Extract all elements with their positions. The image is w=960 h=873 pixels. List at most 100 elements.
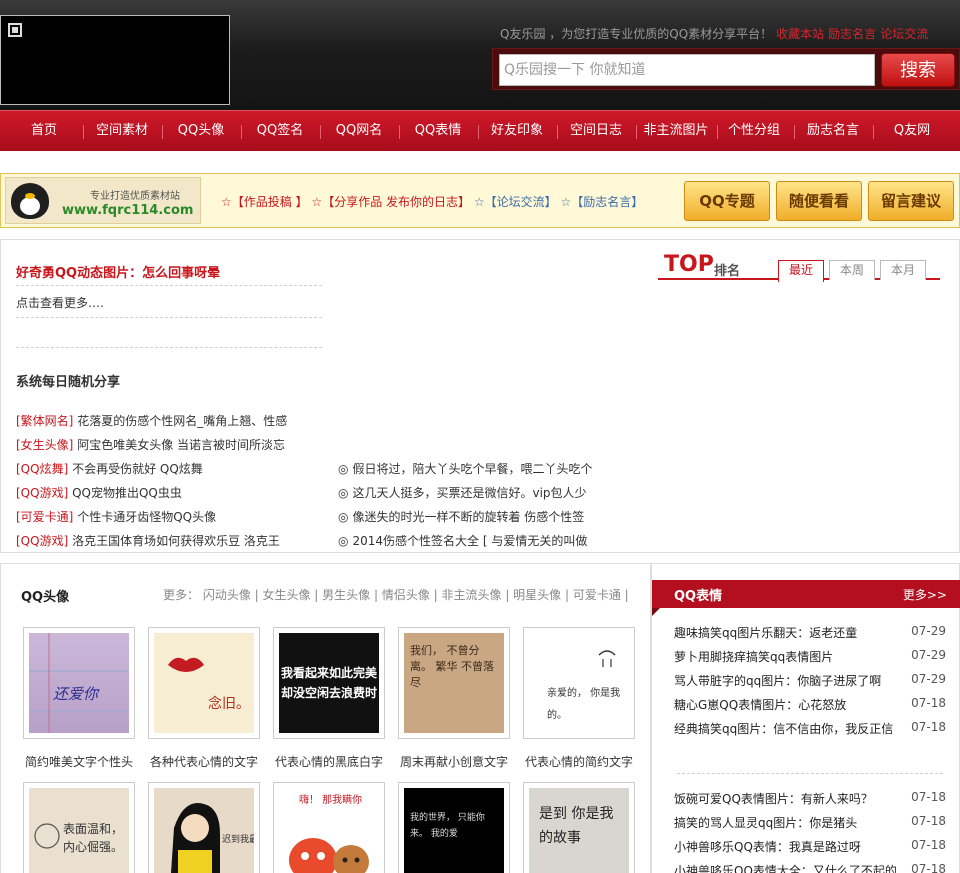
qq-topic-button[interactable]: QQ专题 (684, 181, 770, 221)
share-item[interactable]: [繁体网名] 花落夏的伤感个性网名_嘴角上翘、性感 (16, 412, 287, 429)
nav-friend-impression[interactable]: 好友印象 (481, 111, 553, 152)
random-browse-button[interactable]: 随便看看 (776, 181, 862, 221)
nav-space-material[interactable]: 空间素材 (86, 111, 158, 152)
list-item[interactable]: 萝卜用脚挠痒搞笑qq表情图片 07-29 (674, 648, 946, 668)
share-item[interactable]: [可爱卡通] 个性卡通牙齿怪物QQ头像 (16, 508, 216, 525)
star-icon: ☆ (473, 195, 485, 209)
promo-banner: 专业打造优质素材站 www.fqrc114.com ☆【作品投稿 】 ☆【分享作… (0, 173, 960, 228)
nav-divider (241, 125, 242, 139)
avatar-thumbnail[interactable]: 我看起来如此完美 却没空闲去浪费时 (273, 627, 385, 739)
avatar-text: 我看起来如此完美 却没空闲去浪费时 (280, 666, 377, 700)
tab-this-month[interactable]: 本月 (880, 260, 926, 280)
feature-headline[interactable]: 好奇勇QQ动态图片：怎么回事呀晕 (16, 262, 220, 281)
share-item[interactable]: ◎ 像迷失的时光一样不断的旋转着 伤感个性签 (338, 508, 584, 525)
list-item[interactable]: 趣味搞笑qq图片乐翻天：返老还童 07-29 (674, 624, 946, 644)
avatar-thumbnail[interactable]: 我们， 不曾分离。 繁华 不曾落尽 (398, 627, 510, 739)
nav-home[interactable]: 首页 (8, 111, 80, 152)
star-icon: ☆ (311, 195, 323, 209)
tab-this-week[interactable]: 本周 (829, 260, 875, 280)
broken-image-icon (8, 23, 22, 37)
nav-divider (557, 125, 558, 139)
avatar-text: 亲爱的， 你是我的。 (547, 688, 621, 721)
avatar-text: 迟到我最 (222, 835, 254, 845)
share-diary-link[interactable]: 【分享作品 发布你的日志】 (322, 195, 470, 209)
quotes-link[interactable]: 【励志名言】 (571, 195, 643, 209)
list-item[interactable]: 饭碗可爱QQ表情图片：有新人来吗？ 07-18 (674, 790, 946, 810)
divider (677, 773, 943, 774)
avatar-thumbnail[interactable]: 嗨！ 那我瞒你 (273, 782, 385, 873)
avatar-image: 是到 你是我的故事 (529, 788, 629, 873)
top-ranking-header: TOP 排名 最近 本周 本月 (658, 250, 940, 282)
search-bar: Q乐园搜一下 你就知道 搜索 (492, 48, 960, 90)
forum-link[interactable]: 论坛交流 (880, 27, 928, 41)
avatar-caption[interactable]: 周末再献小创意文字 (394, 753, 514, 770)
tab-recent[interactable]: 最近 (778, 260, 824, 282)
nav-alt-images[interactable]: 非主流图片 (639, 111, 713, 152)
list-item[interactable]: 小神兽哆乐QQ表情大全：又什么了不起的 07-18 (674, 862, 946, 873)
nav-groups[interactable]: 个性分组 (718, 111, 790, 152)
share-item[interactable]: ◎ 这几天人挺多，买票还是微信好。vip包人少 (338, 484, 587, 501)
emoticon-section-header: QQ表情 更多>> (652, 580, 960, 616)
avatar-image: 表面温和， 内心倔强。 (29, 788, 129, 873)
avatar-text: 念旧。 (208, 696, 250, 712)
mini-logo-url: www.fqrc114.com (62, 203, 194, 218)
nav-q-friends[interactable]: Q友网 (876, 111, 948, 152)
avatar-thumbnail[interactable]: 迟到我最 (148, 782, 260, 873)
nav-qq-avatar[interactable]: QQ头像 (165, 111, 237, 152)
avatar-thumbnail[interactable]: 是到 你是我的故事 (523, 782, 635, 873)
bookmark-link[interactable]: 收藏本站 (776, 27, 824, 41)
share-item[interactable]: [女生头像] 阿宝色唯美女头像 当诺言被时间所淡忘 (16, 436, 285, 453)
nav-divider (83, 125, 84, 139)
list-item[interactable]: 经典搞笑qq图片：信不信由你，我反正信 07-18 (674, 720, 946, 740)
share-item[interactable]: [QQ游戏] 洛克王国体育场如何获得欢乐豆 洛克王 (16, 532, 280, 549)
cartoon-girl-icon (171, 803, 220, 873)
feedback-button[interactable]: 留言建议 (868, 181, 954, 221)
top-subtitle: 排名 (714, 264, 741, 279)
list-item[interactable]: 骂人带脏字的qq图片：你脑子进尿了啊 07-29 (674, 672, 946, 692)
avatar-image: 还爱你 (29, 633, 129, 733)
avatar-text: 嗨！ 那我瞒你 (299, 795, 363, 806)
avatar-thumbnail[interactable]: 念旧。 (148, 627, 260, 739)
list-item[interactable]: 搞笑的骂人显灵qq图片：你是猪头 07-18 (674, 814, 946, 834)
avatar-section-title: QQ头像 (21, 590, 70, 605)
nav-divider (162, 125, 163, 139)
share-item[interactable]: ◎ 2014伤感个性签名大全 [ 与爱情无关的叫做 (338, 532, 587, 549)
avatar-caption[interactable]: 代表心情的简约文字 (519, 753, 639, 770)
site-logo[interactable] (0, 15, 230, 105)
penguin-icon (11, 183, 49, 219)
share-item[interactable]: [QQ游戏] QQ宠物推出QQ虫虫 (16, 484, 182, 501)
share-item[interactable]: [QQ炫舞] 不会再受伤就好 QQ炫舞 (16, 460, 203, 477)
share-item[interactable]: ◎ 假日将过，陪大丫头吃个早餐，喂二丫头吃个 (338, 460, 593, 477)
nav-divider (478, 125, 479, 139)
nav-space-diary[interactable]: 空间日志 (560, 111, 632, 152)
search-button[interactable]: 搜索 (881, 53, 955, 87)
nav-quotes[interactable]: 励志名言 (797, 111, 869, 152)
banner-links: ☆【作品投稿 】 ☆【分享作品 发布你的日志】 ☆【论坛交流】 ☆【励志名言】 (221, 193, 643, 210)
search-input[interactable]: Q乐园搜一下 你就知道 (499, 54, 875, 86)
avatar-caption[interactable]: 简约唯美文字个性头 (19, 753, 139, 770)
avatar-thumbnail[interactable]: 我的世界， 只能你来。 我的爱 (398, 782, 510, 873)
avatar-image: 念旧。 (154, 633, 254, 733)
qq-avatar-panel: QQ头像 更多： 闪动头像 | 女生头像 | 男生头像 | 情侣头像 | 非主流… (0, 563, 651, 873)
quotes-link[interactable]: 励志名言 (828, 27, 876, 41)
nav-qq-emoticon[interactable]: QQ表情 (402, 111, 474, 152)
avatar-thumbnail[interactable]: 还爱你 (23, 627, 135, 739)
nav-divider (794, 125, 795, 139)
list-item[interactable]: 糖心G崽QQ表情图片：心花怒放 07-18 (674, 696, 946, 716)
star-icon: ☆ (560, 195, 572, 209)
mini-logo[interactable]: 专业打造优质素材站 www.fqrc114.com (5, 177, 201, 224)
avatar-caption[interactable]: 各种代表心情的文字 (144, 753, 264, 770)
list-item[interactable]: 小神兽哆乐QQ表情：我真是路过呀 07-18 (674, 838, 946, 858)
nav-qq-nickname[interactable]: QQ网名 (323, 111, 395, 152)
forum-link[interactable]: 【论坛交流】 (485, 195, 557, 209)
emoticon-more-link[interactable]: 更多>> (903, 586, 947, 603)
avatar-caption[interactable]: 代表心情的黑底白字 (269, 753, 389, 770)
view-more-link[interactable]: 点击查看更多…. (16, 294, 104, 311)
avatar-category-links[interactable]: 更多： 闪动头像 | 女生头像 | 男生头像 | 情侣头像 | 非主流头像 | … (163, 586, 629, 603)
avatar-thumbnail[interactable]: 表面温和， 内心倔强。 (23, 782, 135, 873)
divider (16, 347, 322, 348)
avatar-text: 表面温和， 内心倔强。 (63, 822, 124, 854)
avatar-thumbnail[interactable]: 亲爱的， 你是我的。 (523, 627, 635, 739)
submit-work-link[interactable]: 【作品投稿 】 (232, 195, 308, 209)
nav-qq-signature[interactable]: QQ签名 (244, 111, 316, 152)
